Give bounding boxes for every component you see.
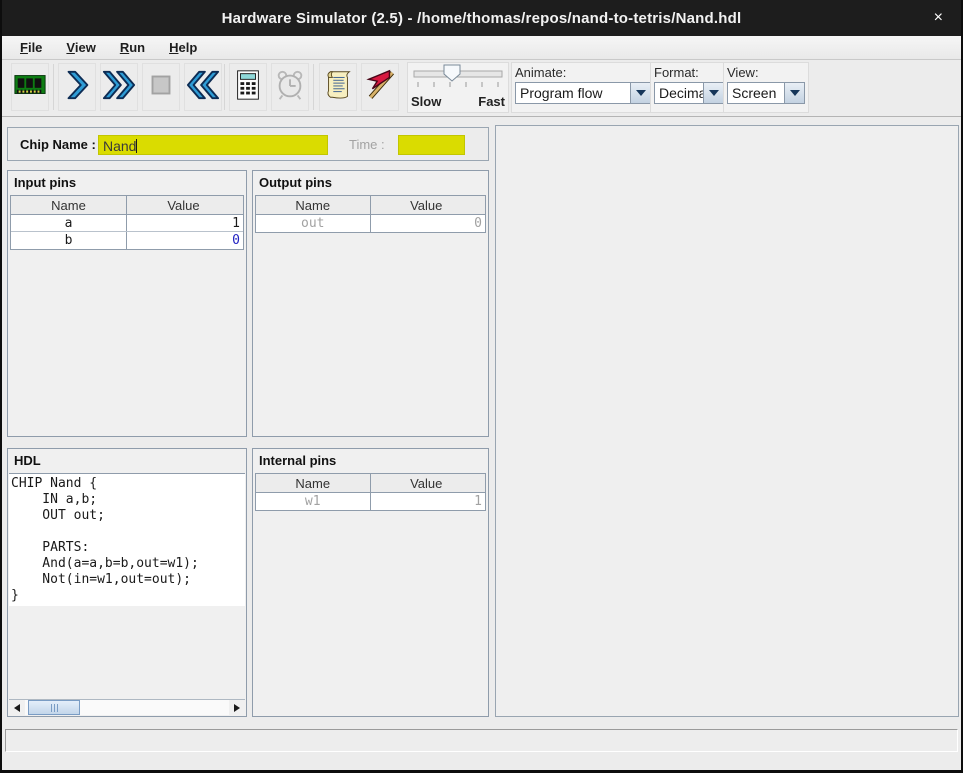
text-caret (136, 139, 137, 153)
calculator-icon (231, 68, 265, 107)
code-line (11, 524, 245, 540)
hdl-code-view[interactable]: CHIP Nand { IN a,b; OUT out; PARTS: And(… (9, 473, 245, 699)
animate-label: Animate: (515, 65, 651, 80)
reset-button[interactable] (184, 63, 222, 111)
input-pins-table: Name Value a 1 b 0 (10, 195, 244, 250)
format-group: Format: Decimal (650, 62, 728, 113)
reset-icon (186, 68, 220, 107)
menu-file[interactable]: File (10, 38, 52, 57)
single-step-button[interactable] (58, 63, 96, 111)
menu-help[interactable]: Help (159, 38, 207, 57)
stop-button[interactable] (142, 63, 180, 111)
titlebar: Hardware Simulator (2.5) - /home/thomas/… (2, 0, 961, 36)
close-icon[interactable]: × (928, 0, 949, 36)
column-header-name: Name (11, 196, 127, 214)
slider-fast-label: Fast (478, 94, 505, 109)
code-line: OUT out; (11, 508, 245, 524)
animate-select[interactable]: Program flow (515, 82, 651, 104)
input-pins-title: Input pins (8, 171, 246, 194)
table-row: b 0 (11, 232, 243, 249)
scroll-right-icon[interactable] (229, 700, 245, 715)
chevron-down-icon[interactable] (703, 83, 723, 103)
menu-view[interactable]: View (56, 38, 105, 57)
scrollbar-thumb[interactable] (28, 700, 80, 715)
pin-value[interactable]: 0 (127, 232, 243, 249)
stop-icon (144, 68, 178, 107)
output-pins-title: Output pins (253, 171, 488, 194)
code-line: IN a,b; (11, 492, 245, 508)
column-header-name: Name (256, 474, 371, 492)
script-icon (321, 68, 355, 107)
single-step-icon (60, 68, 94, 107)
pin-value: 1 (371, 493, 486, 510)
pin-value: 0 (371, 215, 486, 232)
scroll-left-icon[interactable] (9, 700, 25, 715)
column-header-value: Value (371, 196, 486, 214)
view-value: Screen (728, 83, 784, 103)
animate-value: Program flow (516, 83, 630, 103)
animate-group: Animate: Program flow (511, 62, 655, 113)
code-line: PARTS: (11, 540, 245, 556)
status-bar (5, 729, 958, 752)
window-title: Hardware Simulator (2.5) - /home/thomas/… (222, 10, 742, 27)
clock-button[interactable] (271, 63, 309, 111)
run-button[interactable] (100, 63, 138, 111)
time-field (398, 135, 465, 155)
table-row: a 1 (11, 215, 243, 232)
chip-name-label: Chip Name : (20, 137, 96, 152)
speed-slider-group: Slow Fast (407, 62, 509, 113)
code-line: } (11, 588, 245, 604)
chevron-down-icon[interactable] (784, 83, 804, 103)
run-icon (102, 68, 136, 107)
hardware-simulator-window: Hardware Simulator (2.5) - /home/thomas/… (0, 0, 963, 773)
scrollbar-track[interactable] (25, 700, 229, 715)
code-line: And(a=a,b=b,out=w1); (11, 556, 245, 572)
pin-value[interactable]: 1 (127, 215, 243, 231)
view-select[interactable]: Screen (727, 82, 805, 104)
view-group: View: Screen (723, 62, 809, 113)
chip-name-field[interactable]: Nand (98, 135, 328, 155)
code-line: CHIP Nand { (11, 476, 245, 492)
chip-name-bar: Chip Name : Nand Time : (7, 127, 489, 161)
output-pins-table: Name Value out 0 (255, 195, 486, 233)
chevron-down-icon[interactable] (630, 83, 650, 103)
script-button[interactable] (319, 63, 357, 111)
column-header-value: Value (371, 474, 486, 492)
clock-icon (273, 68, 307, 107)
menubar: File View Run Help (2, 36, 961, 60)
internal-pins-table: Name Value w1 1 (255, 473, 486, 511)
pin-name: a (11, 215, 127, 231)
time-label: Time : (349, 137, 385, 152)
input-pins-panel: Input pins Name Value a 1 b 0 (7, 170, 247, 437)
hdl-panel: HDL CHIP Nand { IN a,b; OUT out; PARTS: … (7, 448, 247, 717)
internal-pins-panel: Internal pins Name Value w1 1 (252, 448, 489, 717)
table-row: w1 1 (256, 493, 485, 510)
column-header-name: Name (256, 196, 371, 214)
chip-icon (13, 68, 47, 107)
pin-name: out (256, 215, 371, 232)
eval-button[interactable] (229, 63, 267, 111)
format-label: Format: (654, 65, 724, 80)
breakpoints-button[interactable] (361, 63, 399, 111)
table-row: out 0 (256, 215, 485, 232)
pin-name: w1 (256, 493, 371, 510)
toolbar: Slow Fast Animate: Program flow Format: … (2, 60, 961, 117)
slider-slow-label: Slow (411, 94, 441, 109)
hdl-title: HDL (8, 449, 246, 472)
menu-run[interactable]: Run (110, 38, 155, 57)
pin-name: b (11, 232, 127, 249)
hdl-horizontal-scrollbar[interactable] (9, 699, 245, 715)
format-value: Decimal (655, 83, 703, 103)
load-chip-button[interactable] (11, 63, 49, 111)
internal-pins-title: Internal pins (253, 449, 488, 472)
output-pins-panel: Output pins Name Value out 0 (252, 170, 489, 437)
breakpoint-flag-icon (363, 68, 397, 107)
screen-display-panel (495, 125, 959, 717)
view-label: View: (727, 65, 805, 80)
format-select[interactable]: Decimal (654, 82, 724, 104)
column-header-value: Value (127, 196, 243, 214)
code-line: Not(in=w1,out=out); (11, 572, 245, 588)
